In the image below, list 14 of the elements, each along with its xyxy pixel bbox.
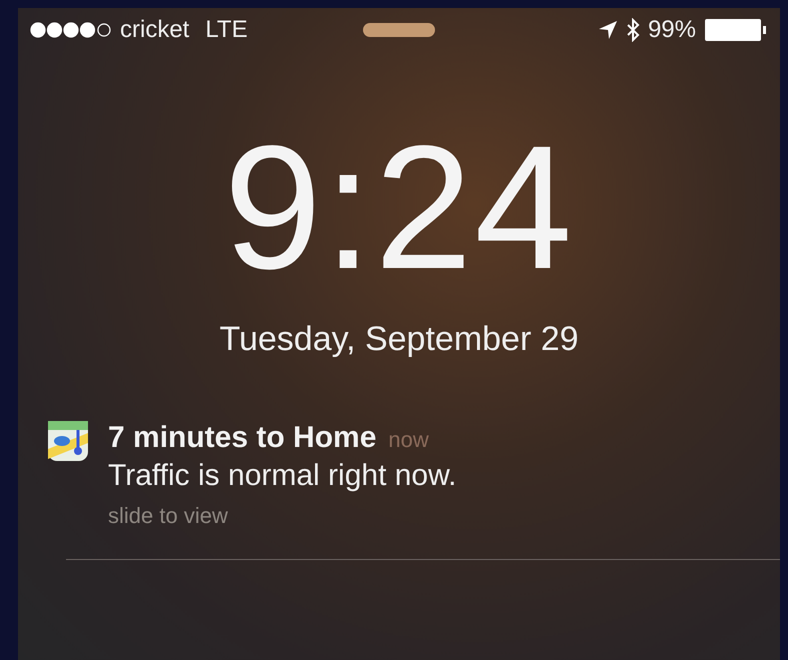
location-arrow-icon [598, 20, 618, 40]
notification-time: now [388, 427, 429, 453]
battery-icon [704, 18, 768, 42]
battery-percentage: 99% [648, 16, 696, 44]
date-label: Tuesday, September 29 [219, 320, 579, 359]
notification-message: Traffic is normal right now. [108, 459, 456, 493]
maps-app-icon[interactable] [48, 421, 88, 461]
network-label: LTE [205, 16, 248, 44]
camera-light-icon [363, 23, 435, 37]
carrier-label: cricket [120, 16, 190, 44]
notification-title: 7 minutes to Home [108, 421, 376, 455]
slide-hint: slide to view [108, 503, 229, 529]
bluetooth-icon [626, 18, 640, 42]
clock-time: 9:24 [224, 120, 574, 296]
